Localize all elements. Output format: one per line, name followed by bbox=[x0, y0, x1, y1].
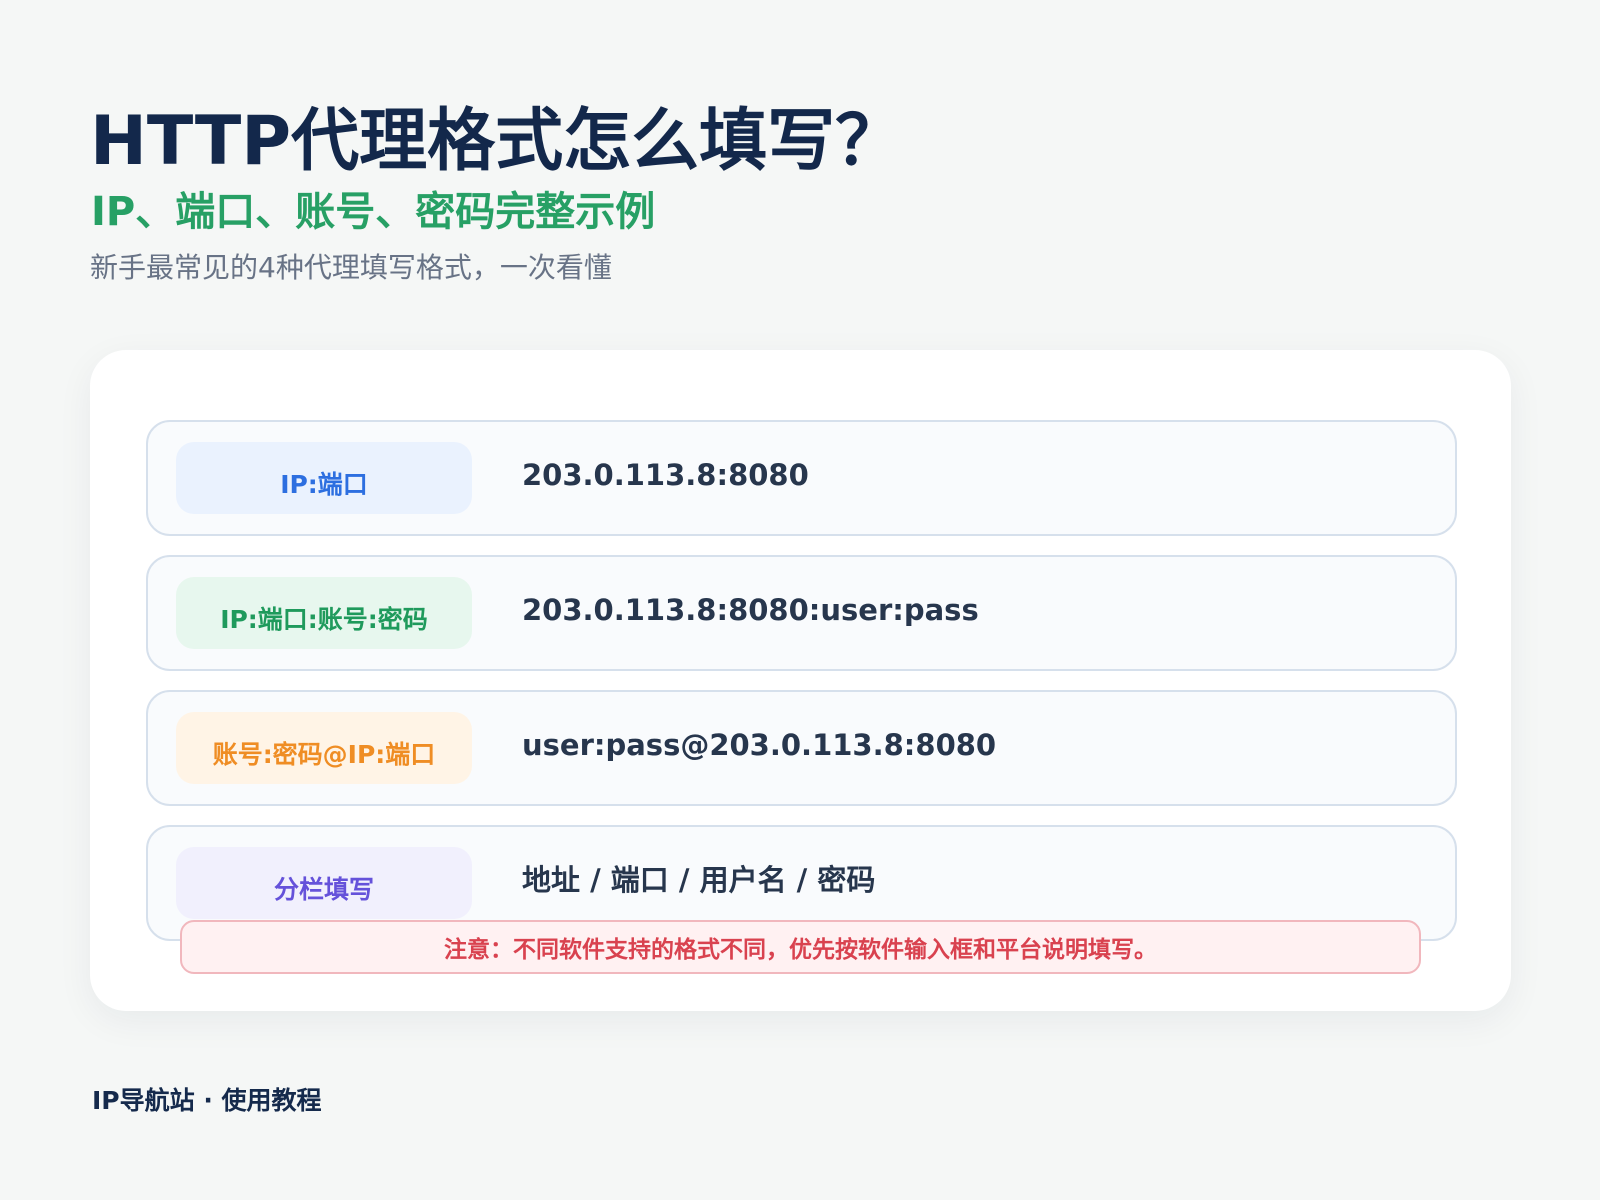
format-row-ip-port-user-pass: IP:端口:账号:密码 203.0.113.8:8080:user:pass bbox=[146, 555, 1457, 671]
page-description: 新手最常见的4种代理填写格式，一次看懂 bbox=[90, 251, 612, 284]
page: HTTP代理格式怎么填写？ IP、端口、账号、密码完整示例 新手最常见的4种代理… bbox=[0, 0, 1600, 1200]
page-subtitle: IP、端口、账号、密码完整示例 bbox=[91, 189, 656, 235]
page-title: HTTP代理格式怎么填写？ bbox=[90, 102, 904, 181]
format-example: user:pass@203.0.113.8:8080 bbox=[522, 728, 997, 762]
format-example: 203.0.113.8:8080 bbox=[522, 458, 809, 492]
format-example: 地址 / 端口 / 用户名 / 密码 bbox=[522, 863, 876, 897]
format-card: IP:端口 203.0.113.8:8080 IP:端口:账号:密码 203.0… bbox=[90, 350, 1511, 1011]
warning-note: 注意：不同软件支持的格式不同，优先按软件输入框和平台说明填写。 bbox=[180, 920, 1421, 974]
format-example: 203.0.113.8:8080:user:pass bbox=[522, 593, 979, 627]
format-tag: 账号:密码@IP:端口 bbox=[176, 712, 472, 784]
footer-credit: IP导航站 · 使用教程 bbox=[92, 1086, 322, 1115]
format-tag: IP:端口 bbox=[176, 442, 472, 514]
format-tag: IP:端口:账号:密码 bbox=[176, 577, 472, 649]
format-tag: 分栏填写 bbox=[176, 847, 472, 919]
format-row-user-pass-at-ip-port: 账号:密码@IP:端口 user:pass@203.0.113.8:8080 bbox=[146, 690, 1457, 806]
format-row-ip-port: IP:端口 203.0.113.8:8080 bbox=[146, 420, 1457, 536]
